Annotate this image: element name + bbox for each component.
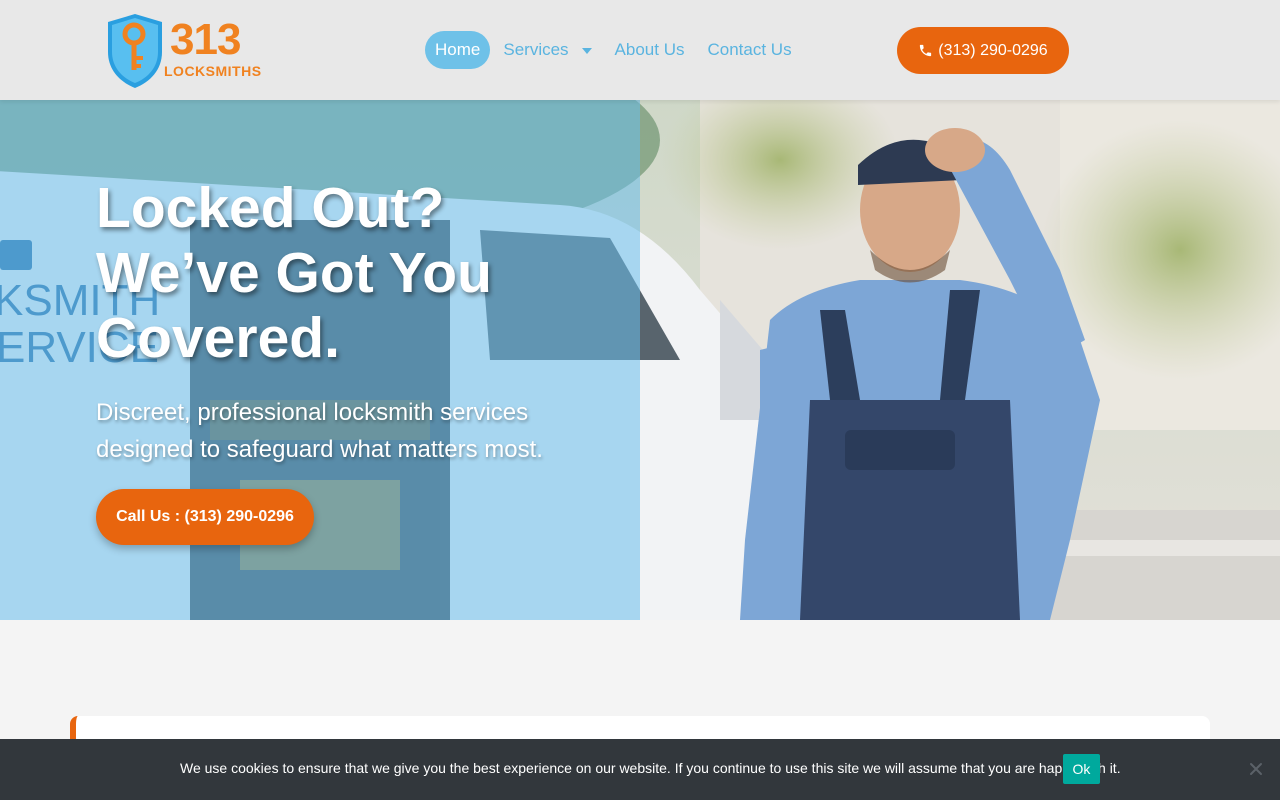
nav-services-label: Services bbox=[503, 40, 569, 59]
header-phone-label: (313) 290-0296 bbox=[938, 41, 1048, 59]
hero-subtitle: Discreet, professional locksmith service… bbox=[96, 399, 543, 463]
hero-call-button[interactable]: Call Us : (313) 290-0296 bbox=[96, 489, 314, 545]
nav-contact[interactable]: Contact Us bbox=[697, 31, 801, 69]
phone-icon bbox=[920, 44, 932, 57]
nav-about[interactable]: About Us bbox=[605, 31, 695, 69]
close-icon[interactable] bbox=[1248, 761, 1264, 777]
chevron-down-icon[interactable] bbox=[581, 48, 592, 54]
site-logo[interactable]: 313 LOCKSMITHS bbox=[104, 12, 261, 90]
header-phone-button[interactable]: (313) 290-0296 bbox=[897, 27, 1069, 74]
cookie-ok-button[interactable]: Ok bbox=[1063, 754, 1100, 784]
cookie-bar: We use cookies to ensure that we give yo… bbox=[0, 739, 1280, 800]
site-header: 313 LOCKSMITHS Home Services About Us Co… bbox=[0, 0, 1280, 100]
nav-home[interactable]: Home bbox=[425, 31, 491, 69]
hero-title: Locked Out? We’ve Got You Covered. bbox=[96, 176, 492, 370]
logo-wordmark: LOCKSMITHS bbox=[164, 63, 262, 79]
nav-services[interactable]: Services bbox=[493, 31, 601, 69]
cookie-message: We use cookies to ensure that we give yo… bbox=[180, 760, 1121, 776]
hero-section: KSMITH ERVICE Locked Out? We’ve Got You … bbox=[0, 100, 1280, 620]
main-nav: Home Services About Us Contact Us bbox=[425, 31, 805, 69]
logo-number: 313 bbox=[170, 15, 241, 64]
shield-key-icon bbox=[108, 14, 162, 88]
